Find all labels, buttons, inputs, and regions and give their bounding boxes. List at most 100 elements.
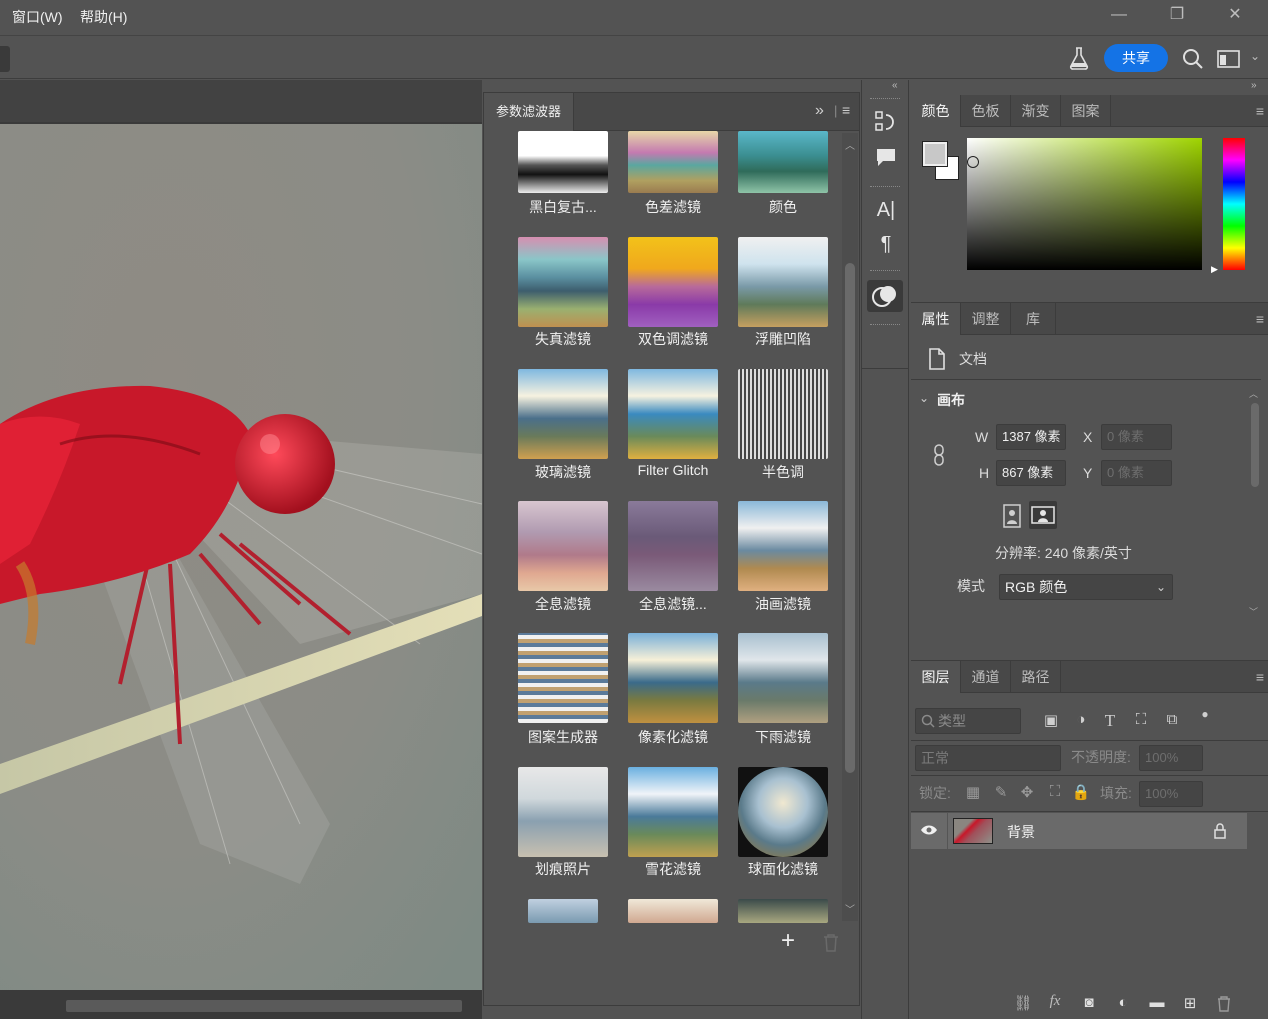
type-filter-icon[interactable]: T <box>1100 711 1120 731</box>
shape-filter-icon[interactable]: ⛶ <box>1131 711 1151 728</box>
lock-icon[interactable] <box>1213 823 1227 839</box>
landscape-orientation-button[interactable] <box>1029 501 1057 529</box>
filter-thumb-scratch[interactable] <box>518 767 608 857</box>
collapse-arrows-icon[interactable]: « <box>892 80 898 91</box>
smart-object-filter-icon[interactable]: ⧉ <box>1162 711 1182 728</box>
filter-thumb-pattern[interactable] <box>518 633 608 723</box>
scroll-up-icon[interactable]: ︿ <box>845 137 855 152</box>
lock-position-icon[interactable]: ✥ <box>1017 783 1037 801</box>
link-layers-icon[interactable]: ⛓ <box>1013 994 1033 1012</box>
panel-menu-icon[interactable]: ≡ <box>1256 103 1264 119</box>
lock-paint-icon[interactable]: ✎ <box>991 783 1011 801</box>
new-layer-icon[interactable]: ⊞ <box>1180 994 1200 1012</box>
fill-field[interactable]: 100% <box>1139 781 1203 807</box>
tab-gradients[interactable]: 渐变 <box>1011 95 1061 127</box>
paragraph-icon[interactable]: ¶ <box>874 232 898 256</box>
color-picker-ring[interactable] <box>967 156 979 168</box>
lock-transparent-icon[interactable]: ▦ <box>963 783 983 801</box>
filter-scrollbar-thumb[interactable] <box>845 263 855 773</box>
tab-properties[interactable]: 属性 <box>911 303 961 335</box>
tab-paths[interactable]: 路径 <box>1011 661 1061 693</box>
fx-icon[interactable]: fx <box>1045 993 1065 1010</box>
layer-name[interactable]: 背景 <box>1007 822 1035 842</box>
adjustment-filter-icon[interactable]: ◑ <box>1071 711 1091 728</box>
filter-thumb-color[interactable] <box>738 131 828 193</box>
scroll-down-icon[interactable]: ﹀ <box>845 901 855 916</box>
delete-icon[interactable] <box>822 933 840 953</box>
panel-menu-icon[interactable]: ≡ <box>842 102 850 118</box>
link-icon[interactable] <box>931 443 947 467</box>
lock-all-icon[interactable]: 🔒 <box>1071 783 1091 801</box>
filter-toggle-icon[interactable]: ● <box>1195 707 1215 721</box>
mode-select[interactable]: RGB 颜色 ⌄ <box>999 574 1173 600</box>
tab-libraries[interactable]: 库 <box>1011 303 1056 335</box>
add-mask-icon[interactable]: ◙ <box>1079 994 1099 1011</box>
filter-thumb-hologram-2[interactable] <box>628 501 718 591</box>
eye-icon[interactable] <box>920 823 938 837</box>
width-field[interactable]: 1387 像素 <box>996 424 1066 450</box>
grip[interactable] <box>870 186 900 188</box>
minimize-button[interactable]: — <box>1096 4 1142 28</box>
layer-filter-kind[interactable]: 类型 <box>915 708 1021 734</box>
filter-thumb-chromatic[interactable] <box>628 131 718 193</box>
menu-window[interactable]: 窗口(W) <box>12 7 63 27</box>
menu-help[interactable]: 帮助(H) <box>80 7 127 27</box>
blend-mode-select[interactable]: 正常 <box>915 745 1061 771</box>
lock-artboard-icon[interactable]: ⛶ <box>1045 783 1065 800</box>
height-field[interactable]: 867 像素 <box>996 460 1066 486</box>
tab-channels[interactable]: 通道 <box>961 661 1011 693</box>
document-image[interactable] <box>0 124 482 990</box>
tool-preset-edge[interactable] <box>0 46 10 72</box>
filter-panel-tab[interactable]: 参数滤波器 <box>484 93 575 131</box>
filter-thumb-pixelate[interactable] <box>628 633 718 723</box>
new-group-icon[interactable]: ▬ <box>1147 994 1167 1011</box>
filter-thumb-duotone[interactable] <box>628 237 718 327</box>
filter-thumb-emboss[interactable] <box>738 237 828 327</box>
workspace-icon[interactable] <box>1217 50 1241 68</box>
restore-button[interactable]: ❐ <box>1154 4 1200 28</box>
flask-icon[interactable] <box>1068 46 1090 70</box>
tab-color[interactable]: 颜色 <box>911 95 961 127</box>
workspace-chevron-down-icon[interactable]: ⌄ <box>1250 49 1260 63</box>
panel-menu-icon[interactable]: ≡ <box>1256 669 1264 685</box>
panel-menu-icon[interactable]: ≡ <box>1256 311 1264 327</box>
filter-thumb-partial[interactable] <box>528 899 598 923</box>
filter-thumb-distort[interactable] <box>518 237 608 327</box>
y-field[interactable]: 0 像素 <box>1101 460 1172 486</box>
filter-thumb-glitch[interactable] <box>628 369 718 459</box>
scrollbar-thumb[interactable] <box>66 1000 462 1012</box>
share-button[interactable]: 共享 <box>1104 44 1168 72</box>
filter-thumb-bw[interactable] <box>518 131 608 193</box>
hue-slider-handle[interactable]: ▶ <box>1211 264 1218 275</box>
adjustment-layer-icon[interactable]: ◐ <box>1113 994 1133 1011</box>
filter-thumb-partial[interactable] <box>738 899 828 923</box>
layer-row[interactable]: 背景 <box>911 813 1247 849</box>
character-icon[interactable]: A| <box>874 198 898 222</box>
scroll-down-icon[interactable]: ﹀ <box>1249 605 1258 618</box>
filter-thumb-spherize[interactable] <box>738 767 828 857</box>
tab-patterns[interactable]: 图案 <box>1061 95 1111 127</box>
properties-scrollbar[interactable]: ︿ ﹀ <box>1249 387 1261 627</box>
tab-swatches[interactable]: 色板 <box>961 95 1011 127</box>
filter-thumb-glass[interactable] <box>518 369 608 459</box>
grip[interactable] <box>870 324 900 326</box>
color-field[interactable] <box>967 138 1202 270</box>
properties-scrollbar-thumb[interactable] <box>1251 403 1259 487</box>
neural-filter-toggle[interactable] <box>867 280 903 312</box>
close-button[interactable]: ✕ <box>1212 4 1258 28</box>
tab-adjustments[interactable]: 调整 <box>961 303 1011 335</box>
chevron-down-icon[interactable]: ⌄ <box>919 391 929 405</box>
grip[interactable] <box>870 270 900 272</box>
horizontal-scrollbar[interactable] <box>0 990 482 1019</box>
opacity-field[interactable]: 100% <box>1139 745 1203 771</box>
filter-thumb-partial[interactable] <box>628 899 718 923</box>
portrait-orientation-icon[interactable] <box>1000 503 1024 529</box>
filter-thumb-oil-paint[interactable] <box>738 501 828 591</box>
grip[interactable] <box>870 98 900 100</box>
add-filter-button[interactable]: + <box>781 927 795 955</box>
foreground-color-swatch[interactable] <box>922 141 948 167</box>
x-field[interactable]: 0 像素 <box>1101 424 1172 450</box>
filter-thumb-rain[interactable] <box>738 633 828 723</box>
comment-icon[interactable] <box>874 146 898 170</box>
history-icon[interactable] <box>874 110 898 134</box>
